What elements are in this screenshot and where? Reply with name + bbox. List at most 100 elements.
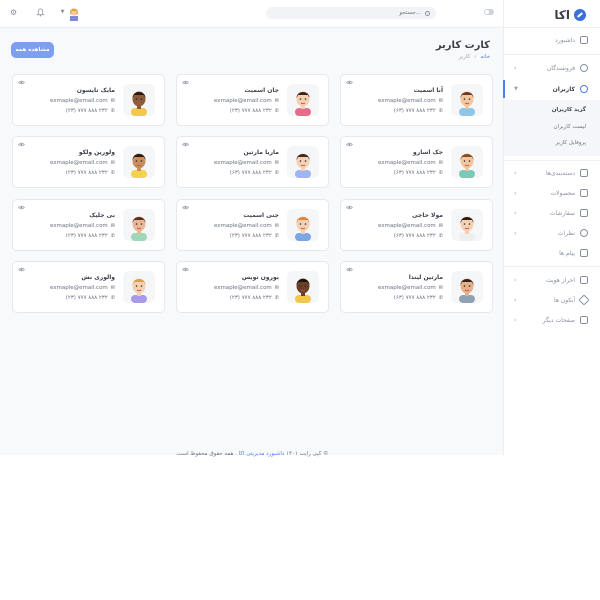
avatar <box>123 209 155 241</box>
user-email-text: exmaple@email.com <box>213 160 272 166</box>
settings-gear-icon[interactable]: ⚙ <box>9 8 18 17</box>
sidebar-item-users[interactable]: ▼ کاربران <box>504 80 600 98</box>
user-phone: (۶۳) ۷۷۷ ۸۸۸ ۲۳۲ ✆ <box>394 108 443 114</box>
user-card[interactable]: ولورین ولکو exmaple@email.com ✉ (۲۳) ۷۷۷ ۸۸… <box>12 136 165 188</box>
view-eye-icon[interactable] <box>182 80 189 85</box>
phone-icon: ✆ <box>110 295 115 301</box>
chevron-left-icon: ‹ <box>514 169 517 177</box>
search-icon <box>425 10 430 16</box>
user-avatar[interactable] <box>67 5 81 21</box>
phone-icon: ✆ <box>438 233 443 239</box>
users-submenu: گرید کاربران لیست کاربران پروفایل کاربر <box>504 100 600 156</box>
view-eye-icon[interactable] <box>182 267 189 272</box>
sidebar-item-orders[interactable]: ‹ سفارشات <box>504 204 600 222</box>
footer-rights: . همه حقوق محفوظ است. <box>175 451 237 457</box>
chevron-left-icon: ‹ <box>514 229 517 237</box>
submenu-item-users-grid[interactable]: گرید کاربران <box>552 107 586 113</box>
view-eye-icon[interactable] <box>346 267 353 272</box>
search-input[interactable] <box>281 10 421 16</box>
user-name: جک اسارو <box>413 149 443 156</box>
breadcrumb: خانه › کاربر <box>459 54 490 60</box>
user-name: جنی اسمیت <box>243 212 279 219</box>
user-email: exmaple@email.com ✉ <box>214 223 279 229</box>
cart-icon <box>580 209 588 217</box>
view-eye-icon[interactable] <box>182 205 189 210</box>
breadcrumb-home[interactable]: خانه <box>480 54 490 60</box>
envelope-icon: ✉ <box>110 285 115 291</box>
user-card[interactable]: بورون نویس exmaple@email.com ✉ (۲۳) ۷۷۷ ۸۸۸… <box>176 261 329 313</box>
avatar <box>287 146 319 178</box>
user-card[interactable]: مولا حاجی exmaple@email.com ✉ (۶۳) ۷۷۷ ۸۸۸ … <box>340 199 493 251</box>
sidebar-item-authentication[interactable]: ‹ احراز هویت <box>504 271 600 289</box>
theme-toggle[interactable] <box>484 9 494 15</box>
user-card[interactable]: مایک تایسون exmaple@email.com ✉ (۲۳) ۷۷۷ ۸۸… <box>12 74 165 126</box>
user-email-text: exmaple@email.com <box>377 285 436 291</box>
view-eye-icon[interactable] <box>18 142 25 147</box>
bell-icon[interactable] <box>36 8 45 17</box>
view-eye-icon[interactable] <box>18 205 25 210</box>
sidebar-divider <box>504 27 600 28</box>
products-icon <box>580 189 588 197</box>
breadcrumb-separator: › <box>474 54 477 60</box>
view-eye-icon[interactable] <box>346 205 353 210</box>
user-phone-text: (۲۳) ۷۷۷ ۸۸۸ ۲۳۲ <box>229 295 272 301</box>
user-phone: (۲۳) ۷۷۷ ۸۸۸ ۲۳۲ ✆ <box>66 170 115 176</box>
user-email-text: exmaple@email.com <box>49 285 108 291</box>
search-bar[interactable] <box>266 7 436 19</box>
sidebar-item-dashboard[interactable]: داشبورد <box>504 31 600 49</box>
view-eye-icon[interactable] <box>18 267 25 272</box>
user-email: exmaple@email.com ✉ <box>50 160 115 166</box>
user-phone-text: (۲۳) ۷۷۷ ۸۸۸ ۲۳۲ <box>65 170 108 176</box>
sidebar-item-reviews[interactable]: ‹ نظرات <box>504 224 600 242</box>
user-card[interactable]: جنی اسمیت exmaple@email.com ✉ (۲۳) ۷۷۷ ۸۸۸ … <box>176 199 329 251</box>
chevron-left-icon: ‹ <box>514 296 517 304</box>
sidebar-item-sellers[interactable]: ‹ فروشندگان <box>504 59 600 77</box>
user-phone: (۲۳) ۷۷۷ ۸۸۸ ۲۳۲ ✆ <box>230 295 279 301</box>
user-phone: (۲۳) ۷۷۷ ۸۸۸ ۲۳۲ ✆ <box>230 233 279 239</box>
user-card[interactable]: والوری نش exmaple@email.com ✉ (۲۳) ۷۷۷ ۸۸۸ … <box>12 261 165 313</box>
brand-name: اکا <box>554 8 570 22</box>
login-icon <box>580 276 588 284</box>
sidebar-item-icons[interactable]: ‹ آیکون ها <box>504 291 600 309</box>
user-phone: (۶۳) ۷۷۷ ۸۸۸ ۲۳۲ ✆ <box>394 170 443 176</box>
user-email: exmaple@email.com ✉ <box>214 160 279 166</box>
view-all-button[interactable]: مشاهده همه <box>11 42 54 58</box>
envelope-icon: ✉ <box>274 223 279 229</box>
sidebar-item-messages[interactable]: پیام ها <box>504 244 600 262</box>
user-email-text: exmaple@email.com <box>49 223 108 229</box>
users-icon <box>580 64 588 72</box>
brand-logo[interactable]: اکا <box>554 7 586 23</box>
view-eye-icon[interactable] <box>18 80 25 85</box>
sidebar-item-categories[interactable]: ‹ دسته‌بندی‌ها <box>504 164 600 182</box>
sidebar-item-other-pages[interactable]: ‹ صفحات دیگر <box>504 311 600 329</box>
user-phone-text: (۶۳) ۷۷۷ ۸۸۸ ۲۳۲ <box>229 170 272 176</box>
view-eye-icon[interactable] <box>346 142 353 147</box>
envelope-icon: ✉ <box>274 160 279 166</box>
user-card[interactable]: جک اسارو exmaple@email.com ✉ (۶۳) ۷۷۷ ۸۸۸ ۲… <box>340 136 493 188</box>
phone-icon: ✆ <box>110 170 115 176</box>
user-name: بورون نویس <box>241 274 279 281</box>
user-name: بی جلیک <box>89 212 115 219</box>
phone-icon: ✆ <box>438 170 443 176</box>
footer-brand-link[interactable]: داشبورد مدیریتی اکا <box>239 451 285 457</box>
user-card[interactable]: جان اسمیت exmaple@email.com ✉ (۲۳) ۷۷۷ ۸۸۸ … <box>176 74 329 126</box>
sidebar-item-products[interactable]: ‹ محصولات <box>504 184 600 202</box>
user-card[interactable]: ماریا مارتین exmaple@email.com ✉ (۶۳) ۷۷۷ ۸… <box>176 136 329 188</box>
envelope-icon: ✉ <box>110 98 115 104</box>
user-card[interactable]: آنا اسمیت exmaple@email.com ✉ (۶۳) ۷۷۷ ۸۸۸ … <box>340 74 493 126</box>
user-phone: (۲۳) ۷۷۷ ۸۸۸ ۲۳۲ ✆ <box>230 108 279 114</box>
user-email: exmaple@email.com ✉ <box>50 98 115 104</box>
user-email: exmaple@email.com ✉ <box>50 285 115 291</box>
chevron-down-icon: ▼ <box>514 86 518 92</box>
submenu-item-users-list[interactable]: لیست کاربران <box>554 124 586 130</box>
envelope-icon: ✉ <box>438 285 443 291</box>
submenu-item-user-profile[interactable]: پروفایل کاربر <box>556 140 587 146</box>
view-eye-icon[interactable] <box>182 142 189 147</box>
user-card[interactable]: مارتین لیندا exmaple@email.com ✉ (۶۳) ۷۷۷ ۸… <box>340 261 493 313</box>
view-eye-icon[interactable] <box>346 80 353 85</box>
chevron-down-icon[interactable]: ▼ <box>58 8 67 17</box>
envelope-icon: ✉ <box>110 223 115 229</box>
user-email-text: exmaple@email.com <box>213 223 272 229</box>
user-card[interactable]: بی جلیک exmaple@email.com ✉ (۲۳) ۷۷۷ ۸۸۸ ۲۳… <box>12 199 165 251</box>
user-phone-text: (۶۳) ۷۷۷ ۸۸۸ ۲۳۲ <box>393 233 436 239</box>
